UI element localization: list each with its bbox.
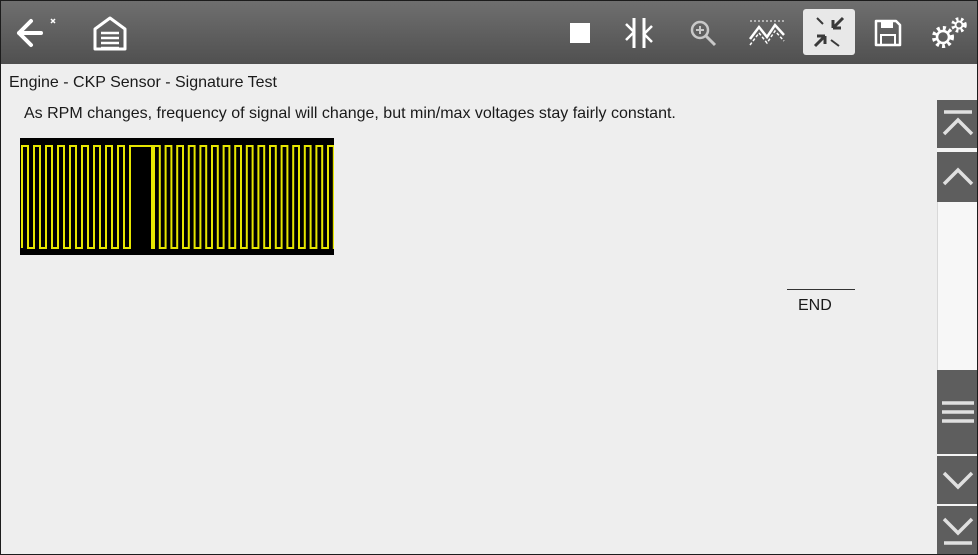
- app-window: Engine - CKP Sensor - Signature Test As …: [0, 0, 978, 555]
- test-description: As RPM changes, frequency of signal will…: [24, 105, 676, 122]
- end-divider: [787, 289, 855, 290]
- graph-style-icon: [749, 20, 785, 45]
- compress-icon: [813, 16, 845, 48]
- scroll-menu-icon: [942, 401, 974, 423]
- toolbar: [1, 1, 977, 64]
- scroll-top-icon: [942, 110, 974, 136]
- scroll-bottom-icon: [942, 517, 974, 545]
- scroll-bottom-button[interactable]: [937, 506, 977, 554]
- stop-button[interactable]: [563, 1, 597, 64]
- scroll-down-icon: [942, 471, 974, 490]
- split-screen-button[interactable]: [619, 1, 659, 64]
- end-label: END: [798, 297, 832, 314]
- test-title: Engine - CKP Sensor - Signature Test: [9, 74, 277, 91]
- save-button[interactable]: [867, 1, 909, 64]
- waveform-signal: [21, 145, 344, 249]
- back-icon: [17, 17, 56, 47]
- scroll-menu-button[interactable]: [937, 370, 977, 454]
- scroll-up-icon: [942, 167, 974, 186]
- stop-icon: [570, 22, 590, 43]
- settings-icon: [932, 16, 967, 48]
- graph-style-button[interactable]: [745, 1, 789, 64]
- waveform-trace: [21, 145, 344, 249]
- scroll-top-button[interactable]: [937, 100, 977, 148]
- scrollbar: [937, 100, 977, 554]
- zoom-icon: [690, 20, 717, 46]
- settings-button[interactable]: [925, 1, 975, 64]
- zoom-button[interactable]: [685, 1, 721, 64]
- split-screen-icon: [625, 17, 653, 48]
- content-area: Engine - CKP Sensor - Signature Test As …: [1, 64, 937, 554]
- home-button[interactable]: [85, 1, 135, 64]
- scroll-up-button[interactable]: [937, 152, 977, 202]
- back-button[interactable]: [11, 1, 63, 64]
- scroll-track[interactable]: [937, 202, 977, 370]
- waveform-image: [20, 138, 344, 255]
- home-icon: [93, 16, 127, 50]
- compress-button[interactable]: [803, 9, 855, 55]
- scroll-down-button[interactable]: [937, 456, 977, 504]
- save-icon: [874, 19, 902, 46]
